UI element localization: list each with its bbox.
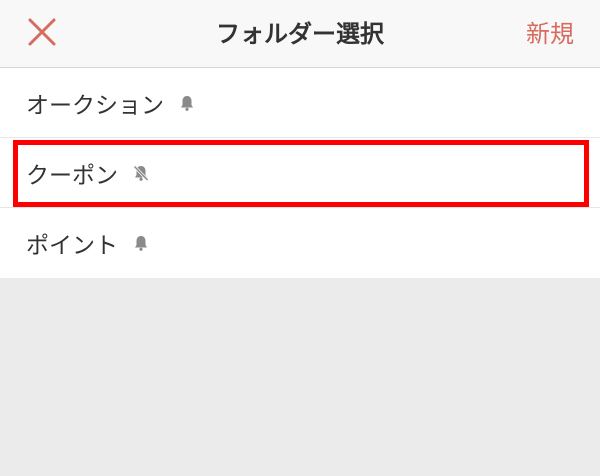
bell-icon — [132, 234, 150, 252]
close-button[interactable] — [22, 12, 62, 52]
folder-item-point[interactable]: ポイント — [0, 208, 600, 278]
page-title: フォルダー選択 — [216, 20, 384, 48]
top-bar: フォルダー選択 新規 — [0, 0, 600, 68]
new-folder-button[interactable]: 新規 — [526, 0, 574, 68]
folder-label: クーポン — [26, 162, 118, 189]
bell-off-icon — [132, 164, 150, 182]
folder-list: オークション クーポン ポイント — [0, 68, 600, 278]
folder-label: オークション — [26, 92, 164, 119]
folder-item-auction[interactable]: オークション — [0, 68, 600, 138]
folder-item-coupon[interactable]: クーポン — [0, 138, 600, 208]
close-icon — [28, 18, 56, 46]
bell-icon — [178, 94, 196, 112]
folder-label: ポイント — [26, 233, 118, 259]
